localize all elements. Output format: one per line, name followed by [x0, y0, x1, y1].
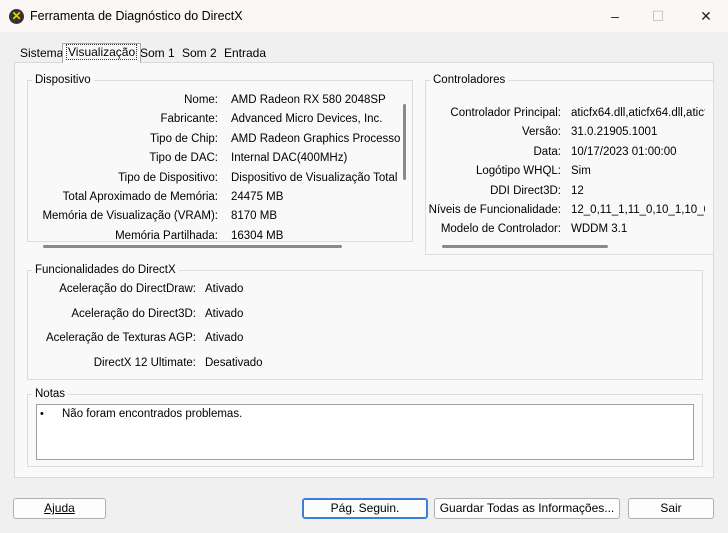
help-label: Ajuda — [44, 501, 75, 515]
row-label: Tipo de DAC: — [149, 152, 218, 165]
exit-label: Sair — [660, 501, 682, 515]
row-label: Total Aproximado de Memória: — [62, 191, 218, 203]
tab-label: Visualização — [65, 44, 138, 60]
row-label: Aceleração do Direct3D: — [71, 307, 196, 320]
directx-icon: ✕ — [9, 9, 24, 24]
row-value: AMD Radeon RX 580 2048SP — [231, 94, 386, 106]
row-value: Internal DAC(400MHz) — [231, 152, 348, 165]
row-value: 12 — [571, 184, 584, 197]
save-label: Guardar Todas as Informações... — [439, 501, 615, 515]
row-label: DirectX 12 Ultimate: — [93, 356, 196, 369]
tab-som1[interactable]: Som 1 — [136, 45, 179, 63]
row-label: DDI Direct3D: — [490, 184, 561, 197]
device-horizontal-scrollbar[interactable] — [43, 245, 342, 248]
drivers-horizontal-scrollbar[interactable] — [442, 245, 608, 248]
features-list: Aceleração do DirectDraw: Ativado Aceleraç… — [30, 280, 690, 375]
drivers-group-title: Controladores — [430, 74, 509, 86]
help-button[interactable]: Ajuda — [13, 498, 106, 519]
row-label: Memória Partilhada: — [115, 229, 218, 242]
device-vertical-scrollbar[interactable] — [403, 104, 406, 180]
row-label: Tipo de Chip: — [150, 132, 218, 145]
minimize-button[interactable]: – — [600, 6, 630, 26]
row-value: Advanced Micro Devices, Inc. — [231, 113, 383, 126]
save-all-button[interactable]: Guardar Todas as Informações... — [434, 498, 620, 519]
row-value: 8170 MB — [231, 210, 278, 223]
row-value: Ativado — [205, 332, 244, 345]
notes-textarea[interactable]: • Não foram encontrados problemas. — [36, 404, 694, 460]
row-label: Fabricante: — [160, 113, 218, 126]
row-value: 16304 MB — [231, 229, 284, 242]
row-value: WDDM 3.1 — [571, 223, 628, 236]
row-label: Aceleração de Texturas AGP: — [45, 332, 196, 345]
window-title: Ferramenta de Diagnóstico do DirectX — [30, 9, 243, 23]
row-label: Tipo de Dispositivo: — [118, 171, 218, 184]
row-value: Sim — [571, 165, 591, 178]
row-value: Desativado — [205, 356, 263, 369]
notes-group-title: Notas — [32, 388, 69, 400]
tab-som2[interactable]: Som 2 — [178, 45, 221, 63]
row-value: 31.0.21905.1001 — [571, 126, 658, 139]
row-label: Versão: — [522, 126, 561, 139]
row-label: Níveis de Funcionalidade: — [428, 204, 561, 216]
row-label: Memória de Visualização (VRAM): — [42, 210, 218, 223]
features-group-title: Funcionalidades do DirectX — [32, 264, 179, 276]
row-label: Data: — [533, 145, 562, 158]
drivers-list[interactable]: Controlador Principal: aticfx64.dll,aticf… — [428, 105, 705, 240]
row-label: Logótipo WHQL: — [475, 165, 561, 178]
exit-button[interactable]: Sair — [628, 498, 714, 519]
row-value: aticfx64.dll,aticfx64.dll,aticfx64.dll — [571, 107, 705, 119]
row-value: Ativado — [205, 283, 244, 295]
row-value: 24475 MB — [231, 191, 284, 203]
maximize-button[interactable]: ☐ — [643, 6, 673, 26]
next-label: Pág. Seguin. — [330, 501, 400, 515]
row-label: Controlador Principal: — [450, 107, 561, 119]
row-label: Nome: — [184, 94, 218, 106]
device-group-title: Dispositivo — [32, 74, 94, 86]
row-label: Modelo de Controlador: — [440, 223, 561, 236]
tab-entrada[interactable]: Entrada — [220, 45, 270, 63]
bullet: • — [40, 408, 44, 420]
device-list[interactable]: Nome: AMD Radeon RX 580 2048SP Fabricante:… — [30, 92, 400, 242]
notes-text: Não foram encontrados problemas. — [62, 408, 243, 420]
row-value: 12_0,11_1,11_0,10_1,10_0 — [571, 204, 705, 216]
tab-sistema[interactable]: Sistema — [16, 45, 67, 63]
close-button[interactable]: ✕ — [691, 6, 721, 26]
row-value: 10/17/2023 01:00:00 — [571, 145, 677, 158]
row-value: AMD Radeon Graphics Processor (0x6FDF) — [231, 132, 400, 145]
row-label: Aceleração do DirectDraw: — [59, 283, 196, 295]
next-page-button[interactable]: Pág. Seguin. — [302, 498, 428, 519]
tab-visualizacao[interactable]: Visualização — [62, 43, 142, 63]
row-value: Dispositivo de Visualização Total — [231, 171, 398, 184]
row-value: Ativado — [205, 307, 244, 320]
